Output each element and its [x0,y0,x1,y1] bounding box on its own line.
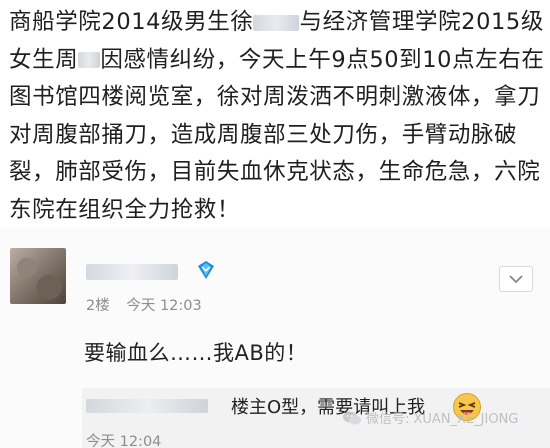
chevron-down-icon [509,274,523,283]
post-text: 商船学院2014级男生徐 与经济管理学院2015级女生周 因感情纠纷，今天上午9点5… [9,4,545,230]
comment-body: 要输血么……我AB的！ [84,341,308,365]
reply-time: 今天 12:04 [86,434,162,448]
watermark: 微信号: XUAN_XE_JIONG [342,408,518,427]
floor-number: 2楼 [86,298,110,314]
comment-meta: 2楼 今天 12:03 [86,294,214,315]
more-button[interactable] [499,266,533,292]
watermark-text: 微信号: XUAN_XE_JIONG [366,412,519,427]
comment-time: 今天 12:03 [126,298,202,314]
redacted-name [253,14,300,31]
vip-badge-icon [192,256,220,284]
username-redacted[interactable] [86,264,178,280]
redacted-name [78,52,101,69]
main-post: 商船学院2014级男生徐 与经济管理学院2015级女生周 因感情纠纷，今天上午9点5… [0,0,550,229]
avatar[interactable] [10,248,66,304]
post-text-part-3: 因感情纠纷，今天上午9点50到10点左右在图书馆四楼阅览室，徐对周泼洒不明刺激液… [9,46,545,223]
reply-author-redacted[interactable] [86,399,208,413]
post-text-part-1: 商船学院2014级男生徐 [9,9,254,35]
screenshot: 商船学院2014级男生徐 与经济管理学院2015级女生周 因感情纠纷，今天上午9点5… [0,0,550,448]
wechat-icon [343,411,361,425]
